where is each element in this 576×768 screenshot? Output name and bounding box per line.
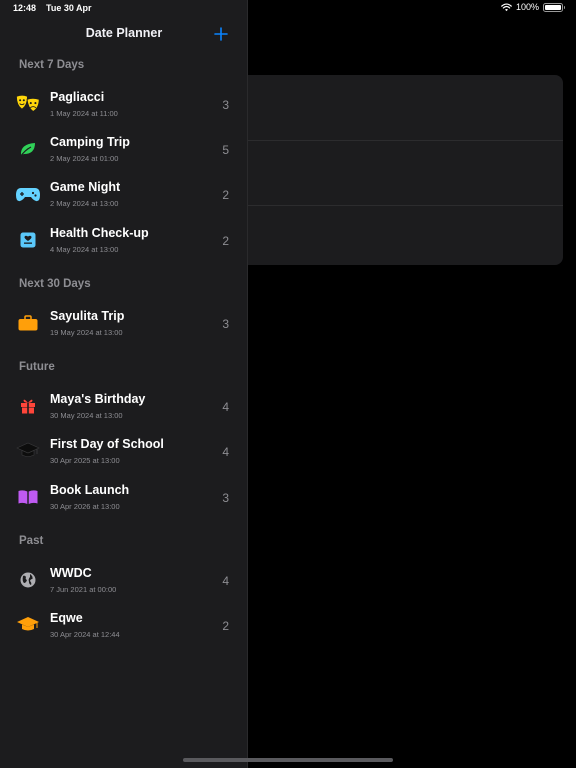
event-date: 2 May 2024 at 01:00 (50, 154, 119, 163)
event-date: 30 Apr 2025 at 13:00 (50, 456, 120, 465)
screen: Date Planner Next 7 Days Pagliacci 1 May (0, 0, 576, 768)
list-item[interactable]: Pagliacci 1 May 2024 at 11:00 3 (0, 82, 248, 126)
event-count: 2 (222, 188, 229, 202)
list-item[interactable]: Game Night 2 May 2024 at 13:00 2 (0, 172, 248, 216)
list-item[interactable]: Health Check-up 4 May 2024 at 13:00 2 (0, 218, 248, 262)
event-count: 3 (222, 317, 229, 331)
event-date: 7 Jun 2021 at 00:00 (50, 585, 117, 594)
status-bar: 12:48 Tue 30 Apr 100% (0, 0, 576, 16)
gift-icon (15, 393, 41, 419)
event-count: 4 (222, 445, 229, 459)
detail-divider (248, 205, 563, 206)
leaf-icon (15, 136, 41, 162)
event-title: WWDC (50, 566, 92, 580)
list-item[interactable]: Book Launch 30 Apr 2026 at 13:00 3 (0, 475, 248, 519)
list-item[interactable]: Camping Trip 2 May 2024 at 01:00 5 (0, 127, 248, 171)
event-title: First Day of School (50, 437, 164, 451)
event-count: 3 (222, 491, 229, 505)
book-icon (15, 484, 41, 510)
home-indicator[interactable] (183, 758, 393, 762)
event-title: Camping Trip (50, 135, 130, 149)
section-header: Past (19, 535, 44, 547)
list-item[interactable]: First Day of School 30 Apr 2025 at 13:00… (0, 429, 248, 473)
event-count: 4 (222, 400, 229, 414)
event-title: Maya's Birthday (50, 392, 146, 406)
status-indicators: 100% (501, 2, 565, 12)
list-item[interactable]: Sayulita Trip 19 May 2024 at 13:00 3 (0, 301, 248, 345)
suitcase-icon (15, 310, 41, 336)
event-date: 1 May 2024 at 11:00 (50, 109, 118, 118)
event-date: 19 May 2024 at 13:00 (50, 328, 123, 337)
event-date: 30 May 2024 at 13:00 (50, 411, 123, 420)
plus-icon (214, 27, 228, 41)
status-date: Tue 30 Apr (46, 3, 92, 13)
event-title: Health Check-up (50, 226, 149, 240)
sidebar: Date Planner Next 7 Days Pagliacci 1 May (0, 0, 248, 768)
event-count: 2 (222, 234, 229, 248)
battery-icon (543, 2, 565, 12)
event-date: 30 Apr 2024 at 12:44 (50, 630, 120, 639)
detail-card (232, 75, 563, 265)
gamecontroller-icon (15, 181, 41, 207)
section-header: Next 7 Days (19, 59, 85, 71)
event-title: Pagliacci (50, 90, 105, 104)
event-title: Eqwe (50, 611, 83, 625)
graduation-cap-icon (15, 438, 41, 464)
graduation-cap-icon (15, 612, 41, 638)
list-item[interactable]: WWDC 7 Jun 2021 at 00:00 4 (0, 558, 248, 602)
list-item[interactable]: Maya's Birthday 30 May 2024 at 13:00 4 (0, 384, 248, 428)
event-count: 3 (222, 98, 229, 112)
event-date: 30 Apr 2026 at 13:00 (50, 502, 120, 511)
add-event-button[interactable] (211, 24, 231, 44)
event-date: 4 May 2024 at 13:00 (50, 245, 119, 254)
battery-percent: 100% (515, 2, 539, 12)
event-count: 2 (222, 619, 229, 633)
status-time: 12:48 (13, 3, 37, 13)
section-header: Next 30 Days (19, 278, 91, 290)
event-count: 4 (222, 574, 229, 588)
event-title: Sayulita Trip (50, 309, 125, 323)
list-item[interactable]: Eqwe 30 Apr 2024 at 12:44 2 (0, 603, 248, 647)
event-title: Game Night (50, 180, 121, 194)
detail-divider (248, 140, 563, 141)
event-count: 5 (222, 143, 229, 157)
event-date: 2 May 2024 at 13:00 (50, 199, 119, 208)
event-title: Book Launch (50, 483, 130, 497)
wifi-icon (501, 2, 512, 11)
globe-icon (15, 567, 41, 593)
section-header: Future (19, 361, 55, 373)
theater-masks-icon (15, 91, 41, 117)
medical-card-icon (15, 227, 41, 253)
